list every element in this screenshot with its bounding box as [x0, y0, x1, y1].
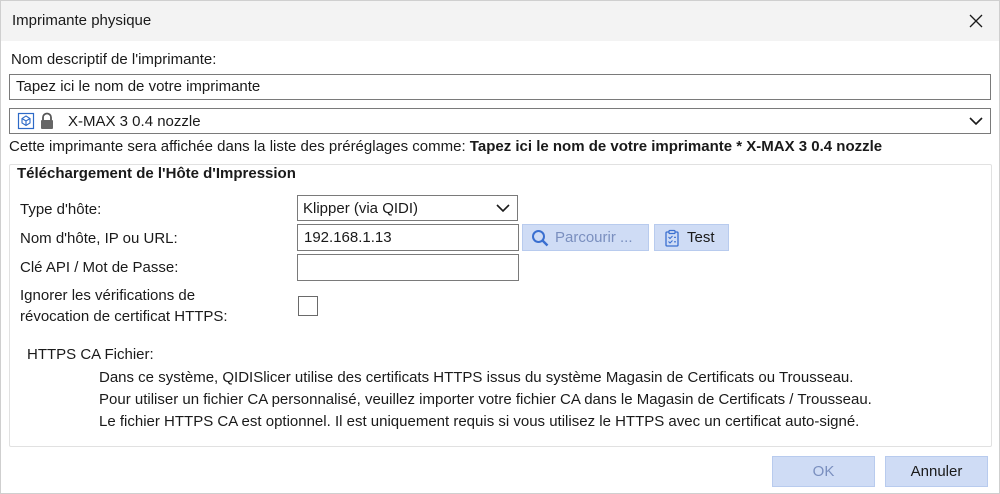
cancel-button[interactable]: Annuler: [885, 456, 988, 487]
ca-info-line: Le fichier HTTPS CA est optionnel. Il es…: [99, 413, 860, 430]
api-key-label: Clé API / Mot de Passe:: [20, 259, 179, 276]
close-button[interactable]: [953, 1, 999, 41]
hostname-input[interactable]: 192.168.1.13: [297, 224, 519, 251]
ignore-revocation-checkbox[interactable]: [298, 296, 318, 316]
printer-preset-icon: [17, 112, 35, 130]
hostname-label: Nom d'hôte, IP ou URL:: [20, 230, 178, 247]
ok-button[interactable]: OK: [772, 456, 875, 487]
lock-icon: [41, 112, 53, 129]
api-key-input[interactable]: [297, 254, 519, 281]
preset-preview-text: Cette imprimante sera affichée dans la l…: [9, 138, 882, 155]
test-button-label: Test: [687, 229, 715, 246]
printer-preset-value: X-MAX 3 0.4 nozzle: [68, 113, 201, 130]
print-host-group-title: Téléchargement de l'Hôte d'Impression: [17, 165, 300, 182]
chevron-down-icon: [496, 204, 510, 213]
title-bar: Imprimante physique: [1, 1, 999, 41]
browse-button-label: Parcourir ...: [555, 229, 633, 246]
test-clipboard-icon: [665, 229, 679, 247]
browse-button[interactable]: Parcourir ...: [522, 224, 649, 251]
search-icon: [532, 229, 549, 246]
close-icon: [969, 14, 983, 28]
ignore-revocation-label-line2: révocation de certificat HTTPS:: [20, 308, 228, 325]
host-type-label: Type d'hôte:: [20, 201, 102, 218]
ca-info-line: Dans ce système, QIDISlicer utilise des …: [99, 369, 854, 386]
preview-prefix: Cette imprimante sera affichée dans la l…: [9, 138, 466, 155]
printer-name-label: Nom descriptif de l'imprimante:: [11, 51, 217, 68]
host-type-value: Klipper (via QIDI): [303, 200, 419, 217]
printer-name-input[interactable]: Tapez ici le nom de votre imprimante: [9, 74, 991, 100]
printer-preset-select[interactable]: X-MAX 3 0.4 nozzle: [9, 108, 991, 134]
test-button[interactable]: Test: [654, 224, 729, 251]
https-ca-file-label: HTTPS CA Fichier:: [27, 346, 154, 363]
physical-printer-dialog: Imprimante physique Nom descriptif de l'…: [0, 0, 1000, 494]
preview-value: Tapez ici le nom de votre imprimante * X…: [469, 138, 883, 155]
ignore-revocation-label-line1: Ignorer les vérifications de: [20, 287, 196, 304]
chevron-down-icon: [969, 117, 983, 126]
window-title: Imprimante physique: [12, 12, 152, 29]
ca-info-line: Pour utiliser un fichier CA personnalisé…: [99, 391, 872, 408]
host-type-select[interactable]: Klipper (via QIDI): [297, 195, 518, 221]
